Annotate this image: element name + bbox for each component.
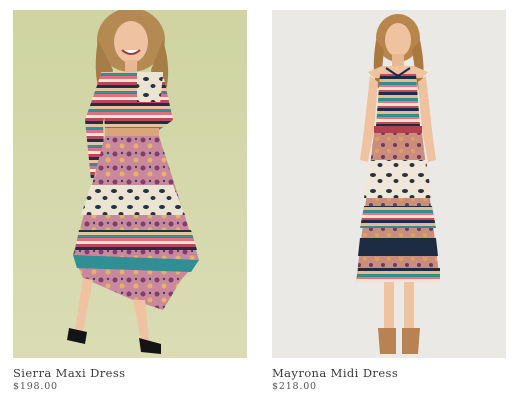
product-card-mayrona: Mayrona Midi Dress $218.00 bbox=[272, 10, 506, 393]
product-name[interactable]: Mayrona Midi Dress bbox=[272, 367, 506, 380]
product-price: $198.00 bbox=[13, 381, 58, 392]
model-photo bbox=[272, 10, 506, 358]
product-image-sierra-maxi-dress[interactable] bbox=[13, 10, 247, 358]
model-photo bbox=[13, 10, 247, 358]
product-price: $218.00 bbox=[272, 381, 317, 392]
product-card-sierra: Sierra Maxi Dress $198.00 bbox=[13, 10, 247, 393]
product-grid: Sierra Maxi Dress $198.00 Mayrona Midi D… bbox=[0, 0, 516, 408]
product-image-mayrona-midi-dress[interactable] bbox=[272, 10, 506, 358]
product-name[interactable]: Sierra Maxi Dress bbox=[13, 367, 247, 380]
